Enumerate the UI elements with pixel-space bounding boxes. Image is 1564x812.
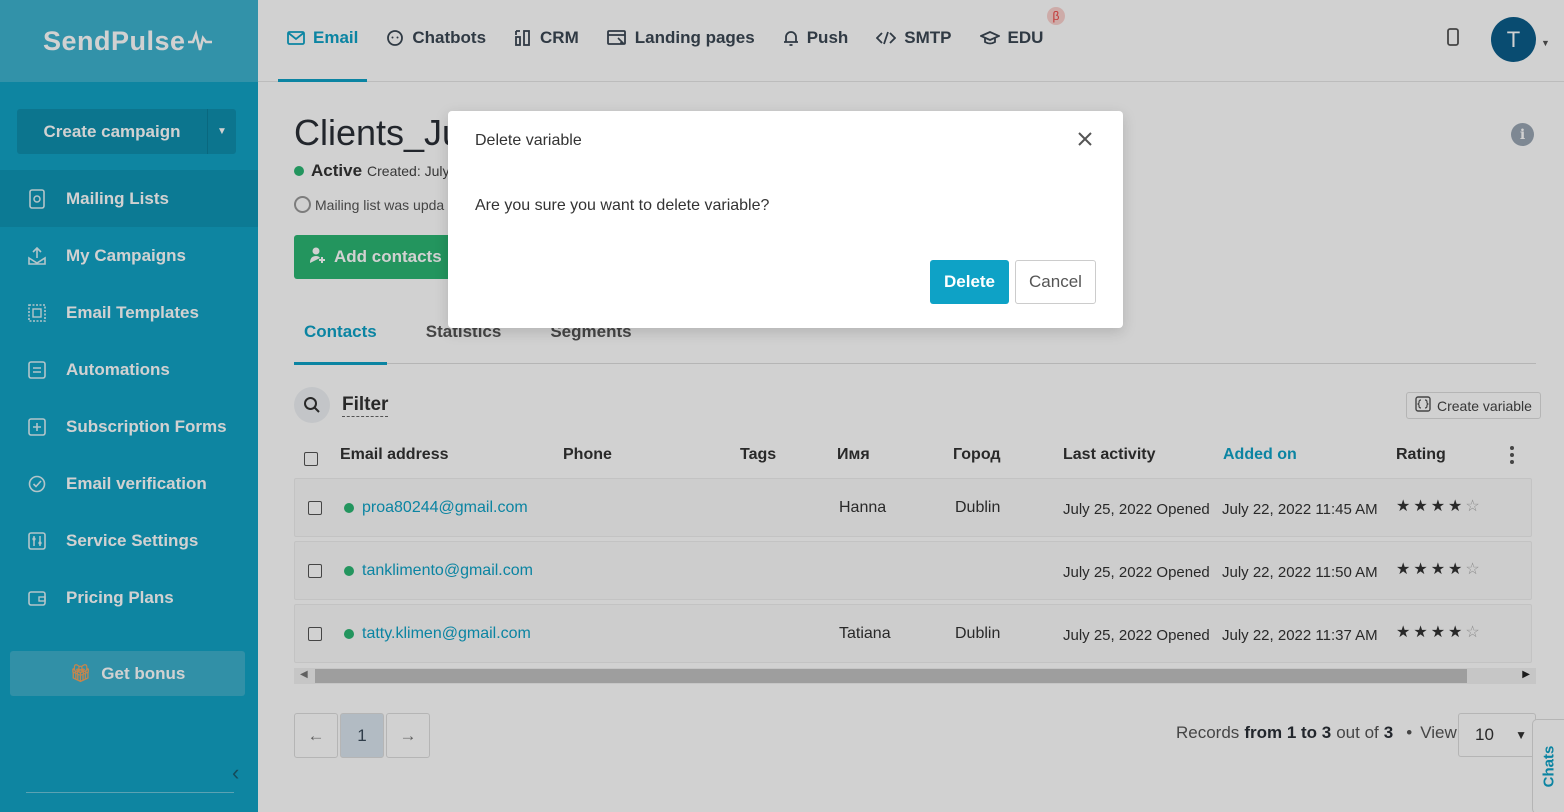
delete-variable-dialog: Delete variable Are you sure you want to…: [448, 111, 1123, 328]
delete-button[interactable]: Delete: [930, 260, 1009, 304]
dialog-message: Are you sure you want to delete variable…: [475, 197, 770, 214]
dialog-title: Delete variable: [475, 132, 582, 149]
cancel-button[interactable]: Cancel: [1015, 260, 1096, 304]
close-icon[interactable]: [1075, 129, 1095, 149]
